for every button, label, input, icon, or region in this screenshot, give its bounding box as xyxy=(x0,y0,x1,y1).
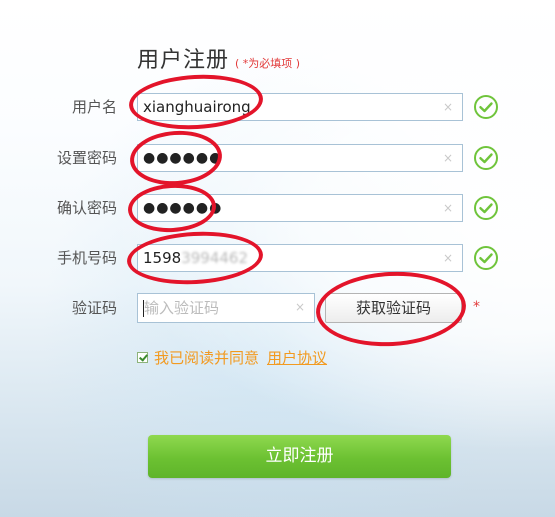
phone-value-visible: 1598 xyxy=(143,249,182,267)
password-label: 设置密码 xyxy=(56,149,117,167)
phone-input[interactable]: 15983994462 × xyxy=(137,244,463,272)
clear-x-icon[interactable]: × xyxy=(443,245,453,272)
agreement-row: 我已阅读并同意 用户协议 xyxy=(137,347,327,368)
clear-x-icon[interactable]: × xyxy=(443,94,453,121)
check-circle-icon xyxy=(474,196,498,220)
confirm-password-input[interactable]: ●●●●●● × xyxy=(137,194,463,222)
username-value: xianghuairong xyxy=(143,98,251,116)
phone-value-blurred: 3994462 xyxy=(181,249,248,267)
captcha-input[interactable]: 输入验证码 × xyxy=(137,293,315,323)
clear-x-icon[interactable]: × xyxy=(295,294,305,321)
required-star: * xyxy=(473,299,480,315)
register-button[interactable]: 立即注册 xyxy=(148,435,451,478)
clear-x-icon[interactable]: × xyxy=(443,195,453,222)
password-value: ●●●●●● xyxy=(143,150,223,166)
user-agreement-link[interactable]: 用户协议 xyxy=(267,347,327,368)
agree-checkbox[interactable] xyxy=(137,352,148,363)
page-title: 用户注册 xyxy=(137,48,230,73)
confirm-password-label: 确认密码 xyxy=(56,199,117,217)
check-circle-icon xyxy=(474,146,498,170)
check-circle-icon xyxy=(474,246,498,270)
phone-value: 15983994462 xyxy=(143,245,248,272)
username-label: 用户名 xyxy=(71,98,117,116)
required-note: ( *为必填项 ) xyxy=(235,57,301,70)
check-circle-icon xyxy=(474,95,498,119)
phone-label: 手机号码 xyxy=(56,249,117,267)
form-header: 用户注册 ( *为必填项 ) xyxy=(137,42,300,74)
password-input[interactable]: ●●●●●● × xyxy=(137,144,463,172)
confirm-password-value: ●●●●●● xyxy=(143,200,223,216)
agree-text: 我已阅读并同意 xyxy=(154,349,260,367)
username-input[interactable]: xianghuairong × xyxy=(137,93,463,121)
get-code-button[interactable]: 获取验证码 xyxy=(325,293,462,323)
captcha-label: 验证码 xyxy=(71,299,117,317)
captcha-placeholder: 输入验证码 xyxy=(144,299,220,317)
clear-x-icon[interactable]: × xyxy=(443,145,453,172)
